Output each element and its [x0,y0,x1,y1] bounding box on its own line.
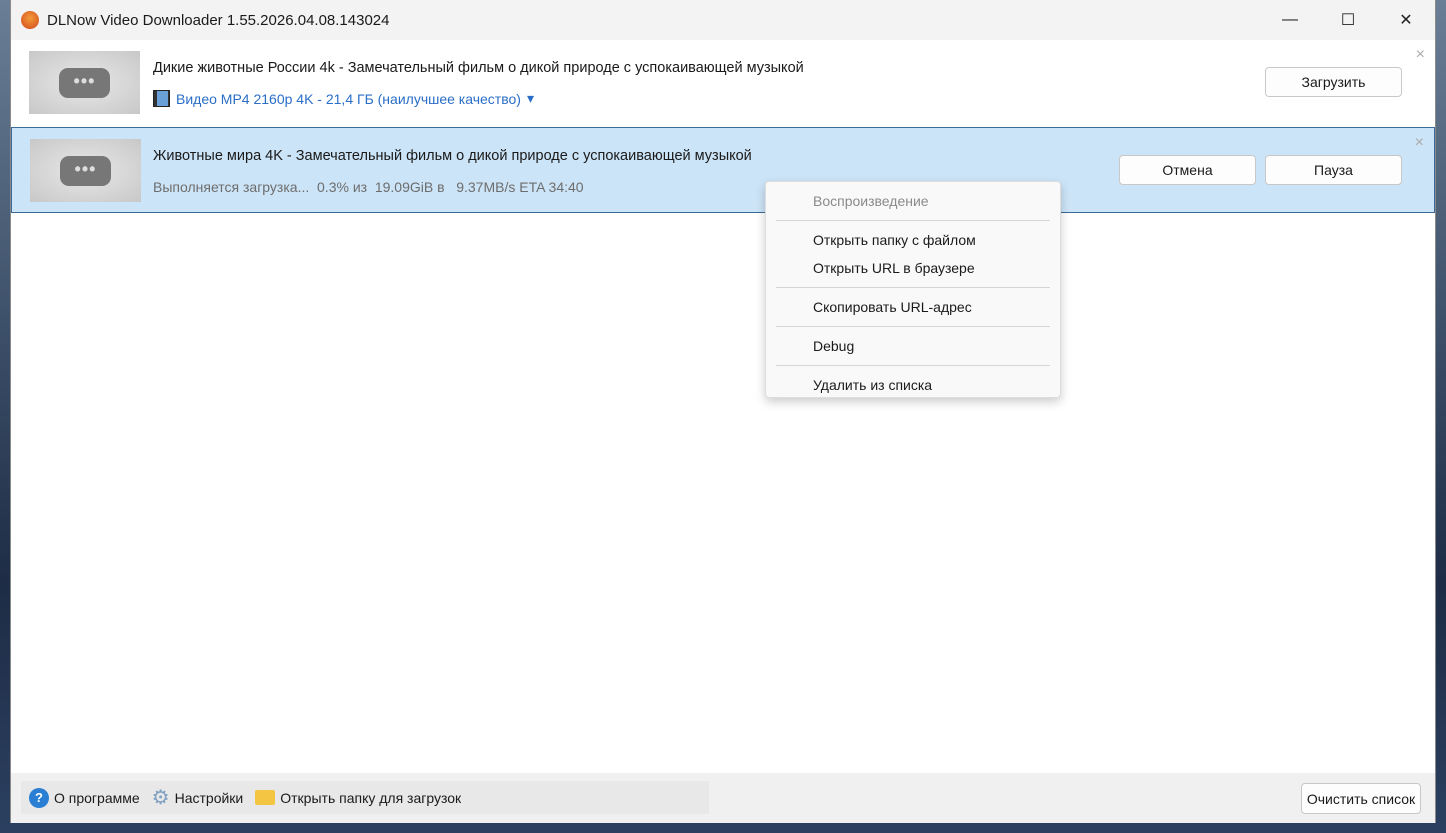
menu-item-copy-url[interactable]: Скопировать URL-адрес [766,293,1060,321]
chevron-down-icon: ▾ [526,90,534,106]
placeholder-icon: ••• [60,156,111,186]
window-title: DLNow Video Downloader 1.55.2026.04.08.1… [47,11,390,29]
toolbar: ? О программе ⚙ Настройки Открыть папку дл… [21,781,709,814]
remove-item-icon[interactable]: × [1415,134,1424,152]
menu-item-remove[interactable]: Удалить из списка [766,371,1060,399]
video-title: Животные мира 4K - Замечательный фильм о… [153,148,752,164]
open-folder-button[interactable]: Открыть папку для загрузок [251,790,465,806]
menu-item-open-url[interactable]: Открыть URL в браузере [766,254,1060,282]
menu-item-debug[interactable]: Debug [766,332,1060,360]
title-bar: DLNow Video Downloader 1.55.2026.04.08.1… [11,0,1435,40]
folder-icon [255,790,276,805]
download-item[interactable]: ••• Дикие животные России 4k - Замечател… [11,40,1435,126]
help-icon: ? [29,787,49,808]
download-item-active[interactable]: ••• Животные мира 4K - Замечательный фил… [11,127,1435,213]
app-window: DLNow Video Downloader 1.55.2026.04.08.1… [10,0,1436,823]
video-title: Дикие животные России 4k - Замечательный… [153,60,804,76]
context-menu: Воспроизведение Открыть папку с файлом О… [765,181,1061,398]
gear-icon: ⚙ [151,787,170,809]
close-button[interactable]: ✕ [1377,0,1435,40]
menu-separator [776,287,1050,288]
video-thumbnail: ••• [29,51,140,114]
cancel-button[interactable]: Отмена [1119,155,1256,185]
format-label: Видео MP4 2160p 4K - 21,4 ГБ (наилучшее … [176,90,521,107]
pause-button[interactable]: Пауза [1265,155,1402,185]
video-thumbnail: ••• [30,139,141,202]
download-button[interactable]: Загрузить [1265,67,1402,97]
progress-status: Выполняется загрузка... 0.3% из 19.09GiB… [153,179,584,195]
remove-item-icon[interactable]: × [1416,46,1425,64]
minimize-button[interactable]: — [1261,0,1319,40]
menu-item-open-folder[interactable]: Открыть папку с файлом [766,226,1060,254]
format-selector[interactable]: Видео MP4 2160p 4K - 21,4 ГБ (наилучшее … [153,90,534,107]
settings-label: Настройки [174,789,244,806]
menu-item-play: Воспроизведение [813,193,929,209]
download-list: ••• Дикие животные России 4k - Замечател… [11,40,1435,773]
about-label: О программе [54,789,140,806]
settings-button[interactable]: ⚙ Настройки [148,785,248,810]
clear-list-button[interactable]: Очистить список [1301,783,1421,814]
placeholder-icon: ••• [59,68,110,98]
maximize-button[interactable]: ☐ [1319,0,1377,40]
bottom-bar: ? О программе ⚙ Настройки Открыть папку дл… [11,773,1435,823]
about-button[interactable]: ? О программе [25,787,144,808]
menu-separator [776,365,1050,366]
menu-separator [776,326,1050,327]
open-folder-label: Открыть папку для загрузок [280,789,462,806]
film-icon [153,90,170,107]
app-logo-icon [21,11,39,29]
menu-separator [776,220,1050,221]
